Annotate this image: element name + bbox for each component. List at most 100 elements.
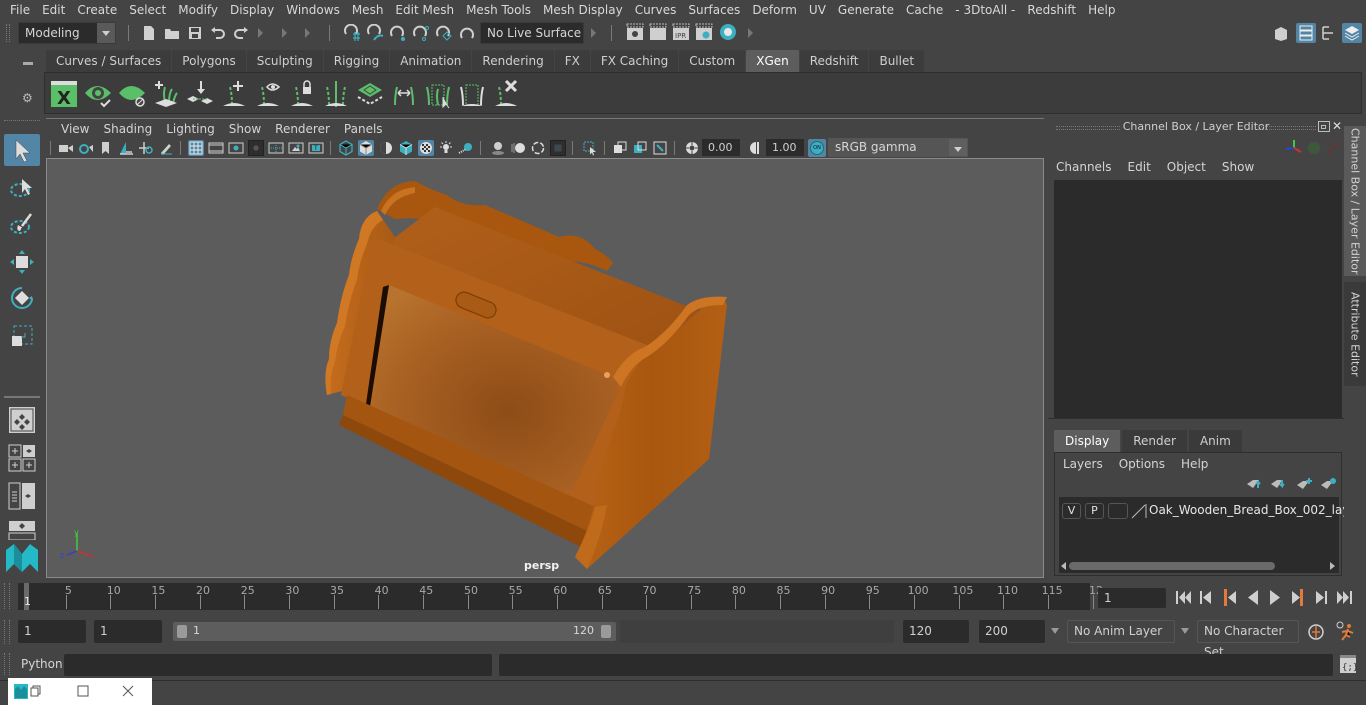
menu-mesh-display[interactable]: Mesh Display — [537, 0, 629, 20]
go-to-end-icon[interactable] — [1337, 591, 1352, 604]
layer-tab-display[interactable]: Display — [1054, 430, 1121, 452]
shelf-tab-redshift[interactable]: Redshift — [799, 50, 869, 72]
scale-tool-icon[interactable] — [4, 320, 40, 352]
ambient-occlusion-icon[interactable] — [490, 140, 506, 156]
layer-row[interactable]: V P Oak_Wooden_Bread_Box_002_layer — [1059, 497, 1362, 525]
frame-selected-icon[interactable] — [632, 140, 648, 156]
safe-action-icon[interactable] — [288, 140, 304, 156]
playback-start-field[interactable]: 1 — [94, 620, 162, 643]
xgen-preview-icon[interactable] — [83, 79, 113, 109]
grease-pencil-icon[interactable] — [158, 140, 174, 156]
ipr-render-icon[interactable]: IPR — [672, 23, 690, 41]
channel-box-menu-object[interactable]: Object — [1167, 160, 1206, 174]
hyperbolic-icon[interactable] — [1327, 141, 1341, 155]
collapse-icon[interactable] — [282, 26, 288, 40]
open-scene-icon[interactable] — [163, 24, 181, 42]
paint-select-tool-icon[interactable] — [4, 208, 40, 240]
guides-to-curves-icon[interactable] — [321, 79, 351, 109]
drag-handle[interactable] — [4, 583, 10, 609]
maximize-icon[interactable] — [77, 685, 89, 697]
step-forward-frame-icon[interactable] — [1316, 591, 1327, 604]
snap-to-curve-icon[interactable] — [366, 24, 384, 42]
anti-aliasing-icon[interactable] — [530, 140, 546, 156]
attribute-editor-toggle-icon[interactable] — [1296, 23, 1316, 43]
motion-blur-icon[interactable] — [510, 140, 526, 156]
new-empty-layer-icon[interactable] — [1297, 478, 1312, 489]
image-plane-toggle-icon[interactable] — [652, 140, 668, 156]
viewport-persp[interactable]: y x z persp — [46, 158, 1044, 578]
select-tool-icon[interactable] — [4, 134, 40, 166]
step-back-key-icon[interactable] — [1224, 589, 1236, 606]
shelf-tab-rendering[interactable]: Rendering — [472, 50, 554, 72]
range-slider[interactable]: 1 120 — [173, 622, 616, 641]
color-space-dropdown[interactable]: sRGB gamma — [828, 138, 968, 157]
select-camera-icon[interactable] — [58, 140, 74, 156]
depth-of-field-icon[interactable] — [550, 140, 566, 156]
bread-box-model[interactable] — [47, 159, 1044, 578]
auto-key-icon[interactable] — [1306, 622, 1326, 642]
viewport-menu-show[interactable]: Show — [222, 122, 268, 136]
move-tool-icon[interactable] — [4, 246, 40, 278]
workspace-dropdown[interactable]: Modeling — [18, 22, 116, 44]
scrollbar-thumb[interactable] — [1069, 562, 1275, 570]
smooth-shade-icon[interactable] — [358, 140, 374, 156]
end-time-field[interactable]: 200 — [979, 620, 1045, 643]
menu-curves[interactable]: Curves — [629, 0, 683, 20]
go-to-start-icon[interactable] — [1176, 591, 1191, 604]
menu-file[interactable]: File — [4, 0, 36, 20]
collapse-icon[interactable] — [305, 26, 311, 40]
shadows-icon[interactable] — [458, 140, 474, 156]
channel-box-area[interactable] — [1054, 180, 1342, 418]
wireframe-icon[interactable] — [338, 140, 354, 156]
shelf-tab-polygons[interactable]: Polygons — [172, 50, 246, 72]
frame-all-icon[interactable] — [612, 140, 628, 156]
lights-icon[interactable] — [438, 140, 454, 156]
shelf-tab-fx-caching[interactable]: FX Caching — [590, 50, 679, 72]
layer-display-type-toggle[interactable] — [1108, 503, 1128, 519]
shelf-tab-bullet[interactable]: Bullet — [869, 50, 925, 72]
anim-layer-chevron-icon[interactable] — [1051, 628, 1059, 634]
drag-handle[interactable] — [1258, 126, 1316, 130]
rotate-tool-icon[interactable] — [4, 282, 40, 314]
menu-generate[interactable]: Generate — [832, 0, 900, 20]
scroll-left-icon[interactable] — [1061, 562, 1066, 570]
shelf-menu-icon[interactable] — [23, 62, 33, 65]
snap-magnet-icon[interactable] — [458, 24, 476, 42]
collapse-icon[interactable] — [258, 26, 264, 40]
speed-icon[interactable] — [1307, 141, 1321, 155]
render-settings-icon[interactable] — [695, 23, 713, 41]
image-plane-icon[interactable] — [118, 140, 134, 156]
viewport-menu-shading[interactable]: Shading — [96, 122, 159, 136]
gamma-field[interactable]: 1.00 — [766, 139, 804, 156]
shelf-tab-sculpting[interactable]: Sculpting — [246, 50, 323, 72]
hypershade-icon[interactable] — [719, 23, 737, 41]
undo-icon[interactable] — [209, 24, 227, 42]
outliner-persp-layout-icon[interactable] — [4, 480, 40, 512]
viewport-menu-panels[interactable]: Panels — [337, 122, 390, 136]
gamma-icon[interactable] — [748, 140, 764, 156]
menu-deform[interactable]: Deform — [746, 0, 803, 20]
film-gate-icon[interactable] — [208, 140, 224, 156]
menu-uv[interactable]: UV — [803, 0, 832, 20]
grid-icon[interactable] — [188, 140, 204, 156]
lasso-tool-icon[interactable] — [4, 172, 40, 204]
drag-handle[interactable] — [4, 120, 40, 123]
playback-end-field[interactable]: 120 — [903, 620, 969, 643]
shelf-tab-animation[interactable]: Animation — [390, 50, 472, 72]
start-time-field[interactable]: 1 — [18, 620, 86, 643]
shelf-tab-fx[interactable]: FX — [554, 50, 590, 72]
use-default-material-icon[interactable] — [378, 140, 394, 156]
2d-pan-zoom-icon[interactable] — [138, 140, 154, 156]
shelf-tab-xgen[interactable]: XGen — [746, 50, 799, 72]
gear-icon[interactable]: ⚙ — [22, 92, 34, 104]
toggle-guide-visibility-icon[interactable] — [253, 79, 283, 109]
viewport-menu-view[interactable]: View — [54, 122, 96, 136]
snap-to-point-icon[interactable] — [389, 24, 407, 42]
modeling-toolkit-icon[interactable] — [1272, 24, 1290, 42]
menu-mesh-tools[interactable]: Mesh Tools — [460, 0, 537, 20]
shelf-tab-curves-surfaces[interactable]: Curves / Surfaces — [46, 50, 172, 72]
step-back-frame-icon[interactable] — [1200, 591, 1211, 604]
color-management-toggle[interactable]: ON — [808, 139, 826, 157]
channel-box-menu-edit[interactable]: Edit — [1128, 160, 1151, 174]
live-surface-field[interactable]: No Live Surface — [480, 22, 584, 44]
